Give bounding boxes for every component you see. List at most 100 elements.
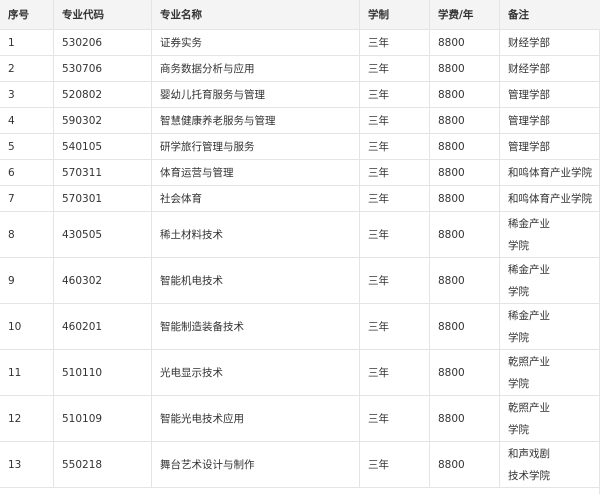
table-row: 7 570301 社会体育 三年 8800 和鸣体育产业学院 bbox=[0, 186, 600, 212]
row-code: 510109 bbox=[54, 396, 152, 441]
row-code: 570311 bbox=[54, 160, 152, 185]
row-name: 证券实务 bbox=[152, 30, 360, 55]
header-code: 专业代码 bbox=[54, 0, 152, 29]
row-years: 三年 bbox=[360, 30, 430, 55]
header-years: 学制 bbox=[360, 0, 430, 29]
row-fee: 8800 bbox=[430, 212, 500, 257]
table-row: 3 520802 婴幼儿托育服务与管理 三年 8800 管理学部 bbox=[0, 82, 600, 108]
row-fee: 8800 bbox=[430, 30, 500, 55]
row-note-line: 乾照产业 bbox=[508, 401, 550, 414]
row-note-line: 学院 bbox=[508, 285, 529, 298]
row-years: 三年 bbox=[360, 134, 430, 159]
row-note: 和鸣体育产业学院 bbox=[500, 186, 600, 211]
row-note: 稀金产业 学院 bbox=[500, 212, 600, 257]
row-years: 三年 bbox=[360, 160, 430, 185]
table-row: 8 430505 稀土材料技术 三年 8800 稀金产业 学院 bbox=[0, 212, 600, 258]
row-code: 430505 bbox=[54, 212, 152, 257]
table-row: 9 460302 智能机电技术 三年 8800 稀金产业学院 bbox=[0, 258, 600, 304]
row-no: 3 bbox=[0, 82, 54, 107]
row-note: 管理学部 bbox=[500, 82, 600, 107]
row-fee: 8800 bbox=[430, 304, 500, 349]
row-no: 6 bbox=[0, 160, 54, 185]
row-name: 舞台艺术设计与制作 bbox=[152, 442, 360, 487]
row-code: 460302 bbox=[54, 258, 152, 303]
row-code: 520802 bbox=[54, 82, 152, 107]
row-note-line: 稀金产业 bbox=[508, 263, 550, 276]
row-note-line: 财经学部 bbox=[508, 62, 550, 75]
header-name: 专业名称 bbox=[152, 0, 360, 29]
row-no: 12 bbox=[0, 396, 54, 441]
table-row: 1 530206 证券实务 三年 8800 财经学部 bbox=[0, 30, 600, 56]
programs-table: 序号 专业代码 专业名称 学制 学费/年 备注 1 530206 证券实务 三年 880… bbox=[0, 0, 600, 494]
row-name: 智能制造装备技术 bbox=[152, 304, 360, 349]
row-fee: 8800 bbox=[430, 442, 500, 487]
row-note-line: 管理学部 bbox=[508, 88, 550, 101]
row-years: 三年 bbox=[360, 442, 430, 487]
row-note: 和声戏剧 技术学院 bbox=[500, 442, 600, 487]
row-fee: 8800 bbox=[430, 350, 500, 395]
table-row: 6 570311 体育运营与管理 三年 8800 和鸣体育产业学院 bbox=[0, 160, 600, 186]
row-note-line: 学院 bbox=[508, 239, 529, 252]
row-years: 三年 bbox=[360, 350, 430, 395]
row-name: 光电显示技术 bbox=[152, 350, 360, 395]
row-note: 财经学部 bbox=[500, 56, 600, 81]
row-note-line: 稀金产业 bbox=[508, 217, 550, 230]
row-note-line: 技术学院 bbox=[508, 469, 550, 482]
row-note-line: 和鸣体育产业学院 bbox=[508, 192, 592, 205]
row-code: 510110 bbox=[54, 350, 152, 395]
row-years: 三年 bbox=[360, 56, 430, 81]
row-note-line: 和声戏剧 bbox=[508, 447, 550, 460]
row-note-line: 学院 bbox=[508, 423, 529, 436]
row-note-line: 学院 bbox=[508, 331, 529, 344]
row-no: 13 bbox=[0, 442, 54, 487]
table-row: 13 550218 舞台艺术设计与制作 三年 8800 和声戏剧 技术学院 bbox=[0, 442, 600, 488]
row-no: 11 bbox=[0, 350, 54, 395]
row-name: 智能机电技术 bbox=[152, 258, 360, 303]
row-note-line: 管理学部 bbox=[508, 140, 550, 153]
row-note: 管理学部 bbox=[500, 108, 600, 133]
row-note: 乾照产业 学院 bbox=[500, 396, 600, 441]
row-note: 财经学部 bbox=[500, 30, 600, 55]
table-row: 10 460201 智能制造装备技术 三年 8800 稀金产业 学院 bbox=[0, 304, 600, 350]
row-years: 三年 bbox=[360, 108, 430, 133]
row-note-line: 乾照产业 bbox=[508, 355, 550, 368]
row-fee: 8800 bbox=[430, 82, 500, 107]
header-fee: 学费/年 bbox=[430, 0, 500, 29]
row-no: 1 bbox=[0, 30, 54, 55]
row-note: 稀金产业 学院 bbox=[500, 304, 600, 349]
row-years: 三年 bbox=[360, 258, 430, 303]
row-no: 5 bbox=[0, 134, 54, 159]
row-note: 和鸣体育产业学院 bbox=[500, 160, 600, 185]
row-years: 三年 bbox=[360, 304, 430, 349]
row-fee: 8800 bbox=[430, 160, 500, 185]
row-no: 10 bbox=[0, 304, 54, 349]
row-name: 体育运营与管理 bbox=[152, 160, 360, 185]
row-note: 乾照产业 学院 bbox=[500, 350, 600, 395]
row-code: 590302 bbox=[54, 108, 152, 133]
row-years: 三年 bbox=[360, 82, 430, 107]
row-fee: 8800 bbox=[430, 396, 500, 441]
row-code: 530206 bbox=[54, 30, 152, 55]
row-note-line: 稀金产业 bbox=[508, 309, 550, 322]
row-fee: 8800 bbox=[430, 108, 500, 133]
row-name: 婴幼儿托育服务与管理 bbox=[152, 82, 360, 107]
row-fee: 8800 bbox=[430, 56, 500, 81]
row-name: 智慧健康养老服务与管理 bbox=[152, 108, 360, 133]
table-row: 12 510109 智能光电技术应用 三年 8800 乾照产业 学院 bbox=[0, 396, 600, 442]
table-row: 2 530706 商务数据分析与应用 三年 8800 财经学部 bbox=[0, 56, 600, 82]
row-name: 稀土材料技术 bbox=[152, 212, 360, 257]
row-note-line: 和鸣体育产业学院 bbox=[508, 166, 592, 179]
row-note-line: 管理学部 bbox=[508, 114, 550, 127]
table-header-row: 序号 专业代码 专业名称 学制 学费/年 备注 bbox=[0, 0, 600, 30]
row-note: 管理学部 bbox=[500, 134, 600, 159]
row-code: 550218 bbox=[54, 442, 152, 487]
table-row: 11 510110 光电显示技术 三年 8800 乾照产业 学院 bbox=[0, 350, 600, 396]
row-no: 4 bbox=[0, 108, 54, 133]
row-no: 9 bbox=[0, 258, 54, 303]
row-fee: 8800 bbox=[430, 258, 500, 303]
row-years: 三年 bbox=[360, 186, 430, 211]
row-code: 570301 bbox=[54, 186, 152, 211]
row-no: 7 bbox=[0, 186, 54, 211]
row-fee: 8800 bbox=[430, 186, 500, 211]
row-fee: 8800 bbox=[430, 134, 500, 159]
